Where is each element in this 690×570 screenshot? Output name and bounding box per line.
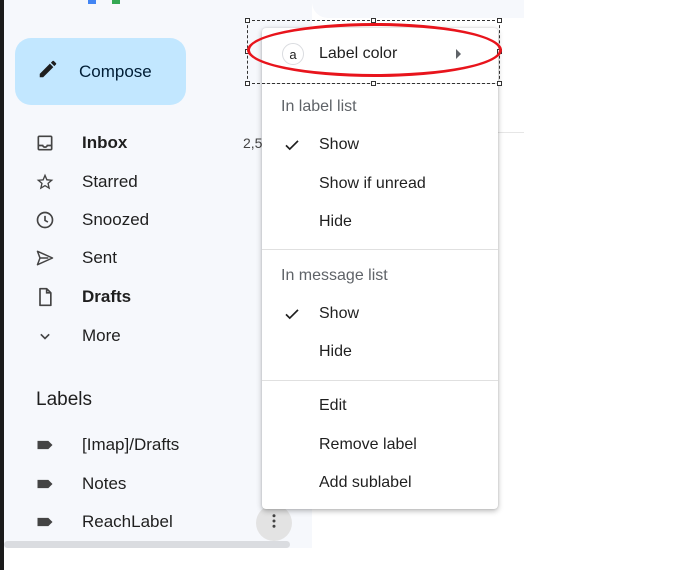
more-vert-icon: [265, 512, 283, 535]
draft-icon: [35, 287, 69, 307]
logo-fragment-blue: [88, 0, 96, 4]
menu-item-label: Show: [319, 305, 360, 322]
horizontal-scrollbar[interactable]: [4, 541, 290, 548]
menu-item-label-list-show-if-unread[interactable]: Show if unread: [262, 167, 498, 201]
menu-item-label: Edit: [319, 397, 347, 414]
send-icon: [35, 248, 69, 268]
label-list-heading: In label list: [281, 98, 357, 115]
nav-label: Snoozed: [82, 210, 150, 229]
label-icon: [35, 512, 69, 532]
selection-handle: [497, 81, 502, 86]
main-panel-header: [312, 0, 524, 18]
selection-handle: [497, 18, 502, 23]
menu-item-label: Show: [319, 136, 360, 153]
selection-handle: [371, 81, 376, 86]
row-divider: [498, 132, 524, 133]
menu-item-label-list-hide[interactable]: Hide: [262, 205, 498, 239]
label-name: [Imap]/Drafts: [82, 435, 180, 454]
chevron-down-icon: [35, 326, 69, 346]
compose-label: Compose: [79, 61, 152, 81]
menu-item-label: Hide: [319, 343, 352, 360]
menu-item-label: Hide: [319, 213, 352, 230]
logo-fragment-green: [112, 0, 120, 4]
nav-label: Drafts: [82, 287, 132, 306]
labels-heading: Labels: [36, 389, 92, 410]
selection-handle: [245, 81, 250, 86]
highlight-annotation: [247, 23, 502, 77]
menu-divider: [262, 380, 498, 381]
menu-item-edit[interactable]: Edit: [262, 389, 498, 423]
check-icon: [282, 305, 302, 328]
menu-item-label: Add sublabel: [319, 474, 412, 491]
nav-label: Inbox: [82, 133, 128, 152]
label-icon: [35, 435, 69, 455]
menu-item-label: Remove label: [319, 436, 417, 453]
label-icon: [35, 474, 69, 494]
pencil-icon: [37, 58, 59, 85]
message-list-heading: In message list: [281, 267, 388, 284]
nav-label: Sent: [82, 248, 117, 267]
menu-item-message-list-hide[interactable]: Hide: [262, 335, 498, 369]
menu-item-add-sublabel[interactable]: Add sublabel: [262, 466, 498, 500]
label-name: ReachLabel: [82, 512, 173, 531]
menu-item-label: Show if unread: [319, 175, 426, 192]
menu-item-message-list-show[interactable]: Show: [262, 297, 498, 331]
clock-icon: [35, 210, 69, 230]
check-icon: [282, 136, 302, 159]
menu-item-remove-label[interactable]: Remove label: [262, 428, 498, 462]
inbox-icon: [35, 133, 69, 153]
star-icon: [35, 172, 69, 192]
menu-divider: [262, 249, 498, 250]
label-name: Notes: [82, 474, 127, 493]
label-context-menu: a Label color In label list Show Show if…: [262, 28, 498, 509]
selection-handle: [245, 18, 250, 23]
nav-label: More: [82, 326, 121, 345]
inbox-count: 2,5: [243, 135, 263, 151]
label-options-button[interactable]: [256, 505, 292, 541]
nav-label: Starred: [82, 172, 138, 191]
compose-button[interactable]: Compose: [15, 38, 186, 105]
menu-item-label-list-show[interactable]: Show: [262, 128, 498, 162]
